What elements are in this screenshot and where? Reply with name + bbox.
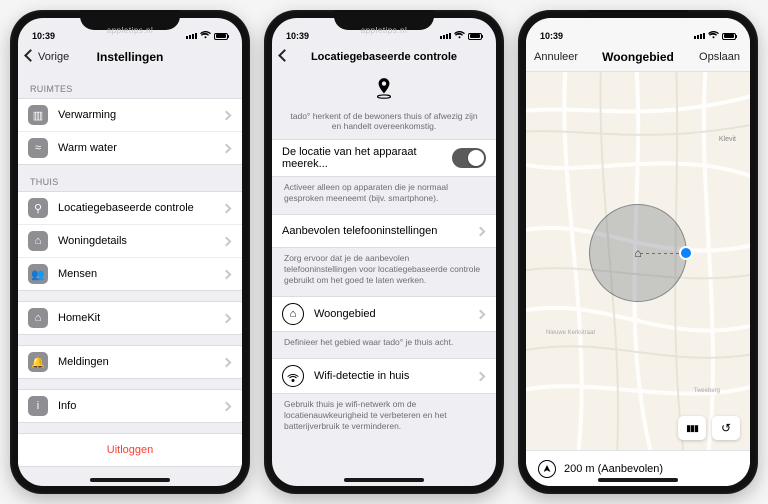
status-bar: 10:39	[526, 18, 750, 42]
map-area-label: Tweeberg	[694, 388, 720, 394]
row-label: Locatiegebaseerde controle	[58, 202, 223, 214]
footer-note: Definieer het gebied waar tado° je thuis…	[272, 332, 496, 348]
chevron-right-icon	[222, 203, 232, 213]
page-title: Woongebied	[602, 50, 674, 64]
footer-note: Zorg ervoor dat je de aanbevolen telefoo…	[272, 248, 496, 286]
chevron-right-icon	[222, 269, 232, 279]
battery-icon	[468, 33, 482, 40]
location-pin-icon	[290, 76, 478, 107]
status-bar: 10:39	[18, 18, 242, 42]
status-time: 10:39	[286, 31, 309, 41]
row-label: Warm water	[58, 142, 223, 154]
row-locatie[interactable]: ⚲ Locatiegebaseerde controle	[18, 192, 242, 224]
chevron-right-icon	[222, 236, 232, 246]
row-label: Wifi-detectie in huis	[314, 370, 477, 382]
save-button[interactable]: Opslaan	[699, 51, 740, 63]
nav-bar: Locatiegebaseerde controle	[272, 42, 496, 72]
signal-icon	[694, 33, 705, 39]
row-info[interactable]: i Info	[18, 390, 242, 422]
toggle-switch[interactable]	[452, 148, 486, 168]
chevron-right-icon	[222, 401, 232, 411]
chevron-right-icon	[222, 357, 232, 367]
row-wifi-detectie[interactable]: Wifi-detectie in huis	[272, 359, 496, 393]
hero-description: tado° herkent of de bewoners thuis of af…	[290, 111, 478, 131]
bell-icon: 🔔	[28, 352, 48, 372]
homekit-icon: ⌂	[28, 308, 48, 328]
section-header-thuis: THUIS	[18, 165, 242, 191]
locate-me-button[interactable]	[538, 460, 556, 478]
row-meldingen[interactable]: 🔔 Meldingen	[18, 346, 242, 378]
home-icon: ⌂	[282, 303, 304, 325]
row-label: Info	[58, 400, 223, 412]
people-icon: 👥	[28, 264, 48, 284]
back-label: Vorige	[38, 51, 69, 63]
section-header-ruimtes: RUIMTES	[18, 72, 242, 98]
chevron-right-icon	[222, 143, 232, 153]
row-label: De locatie van het apparaat meerek...	[282, 146, 452, 170]
water-icon: ≈	[28, 138, 48, 158]
row-homekit[interactable]: ⌂ HomeKit	[18, 302, 242, 334]
row-telefooninstellingen[interactable]: Aanbevolen telefooninstellingen	[272, 215, 496, 247]
battery-icon	[214, 33, 228, 40]
location-pin-icon: ⚲	[28, 198, 48, 218]
row-label: Verwarming	[58, 109, 223, 121]
back-button[interactable]	[280, 51, 290, 63]
radius-label: 200 m (Aanbevolen)	[564, 463, 663, 475]
row-mensen[interactable]: 👥 Mensen	[18, 257, 242, 290]
status-bar: 10:39	[272, 18, 496, 42]
chevron-right-icon	[476, 226, 486, 236]
info-icon: i	[28, 396, 48, 416]
row-woningdetails[interactable]: ⌂ Woningdetails	[18, 224, 242, 257]
back-button[interactable]: Vorige	[26, 51, 69, 63]
footer-note: Gebruik thuis je wifi-netwerk om de loca…	[272, 394, 496, 432]
radius-handle[interactable]	[681, 248, 691, 258]
battery-icon	[722, 33, 736, 40]
nav-bar: Annuleer Woongebied Opslaan	[526, 42, 750, 72]
wifi-icon	[708, 31, 719, 41]
home-indicator[interactable]	[90, 478, 170, 482]
home-icon: ⌂	[28, 231, 48, 251]
page-title: Instellingen	[97, 50, 164, 64]
row-verwarming[interactable]: ▥ Verwarming	[18, 99, 242, 131]
page-title: Locatiegebaseerde controle	[311, 51, 457, 63]
chevron-left-icon	[26, 51, 36, 63]
nav-bar: Vorige Instellingen	[18, 42, 242, 72]
row-label: Mensen	[58, 268, 223, 280]
map-reset-button[interactable]: ↺	[712, 416, 740, 440]
footer-note: Activeer alleen op apparaten die je norm…	[272, 177, 496, 204]
chevron-right-icon	[476, 309, 486, 319]
row-woongebied[interactable]: ⌂ Woongebied	[272, 297, 496, 331]
chevron-right-icon	[222, 110, 232, 120]
chevron-right-icon	[476, 371, 486, 381]
wifi-icon	[454, 31, 465, 41]
home-indicator[interactable]	[598, 478, 678, 482]
signal-icon	[440, 33, 451, 39]
map-street-label: Nieuwe Kerkstraat	[546, 330, 595, 336]
map-view[interactable]: Klevit Nieuwe Kerkstraat Tweeberg ⌂ ▮▮▮ …	[526, 72, 750, 450]
map-poi-label: Klevit	[719, 136, 736, 143]
logout-button[interactable]: Uitloggen	[18, 434, 242, 466]
row-label: Woongebied	[314, 308, 477, 320]
home-indicator[interactable]	[344, 478, 424, 482]
chevron-left-icon	[280, 51, 290, 63]
row-device-location-toggle[interactable]: De locatie van het apparaat meerek...	[272, 140, 496, 176]
thermostat-icon: ▥	[28, 105, 48, 125]
radius-line	[640, 253, 684, 254]
status-time: 10:39	[32, 31, 55, 41]
wifi-icon	[200, 31, 211, 41]
signal-icon	[186, 33, 197, 39]
row-label: HomeKit	[58, 312, 223, 324]
row-label: Meldingen	[58, 356, 223, 368]
map-layers-button[interactable]: ▮▮▮	[678, 416, 706, 440]
row-warm-water[interactable]: ≈ Warm water	[18, 131, 242, 164]
wifi-icon	[282, 365, 304, 387]
geofence-circle[interactable]: ⌂	[589, 204, 687, 302]
row-label: Aanbevolen telefooninstellingen	[282, 225, 477, 237]
chevron-right-icon	[222, 313, 232, 323]
status-time: 10:39	[540, 31, 563, 41]
row-label: Woningdetails	[58, 235, 223, 247]
cancel-button[interactable]: Annuleer	[534, 51, 578, 63]
